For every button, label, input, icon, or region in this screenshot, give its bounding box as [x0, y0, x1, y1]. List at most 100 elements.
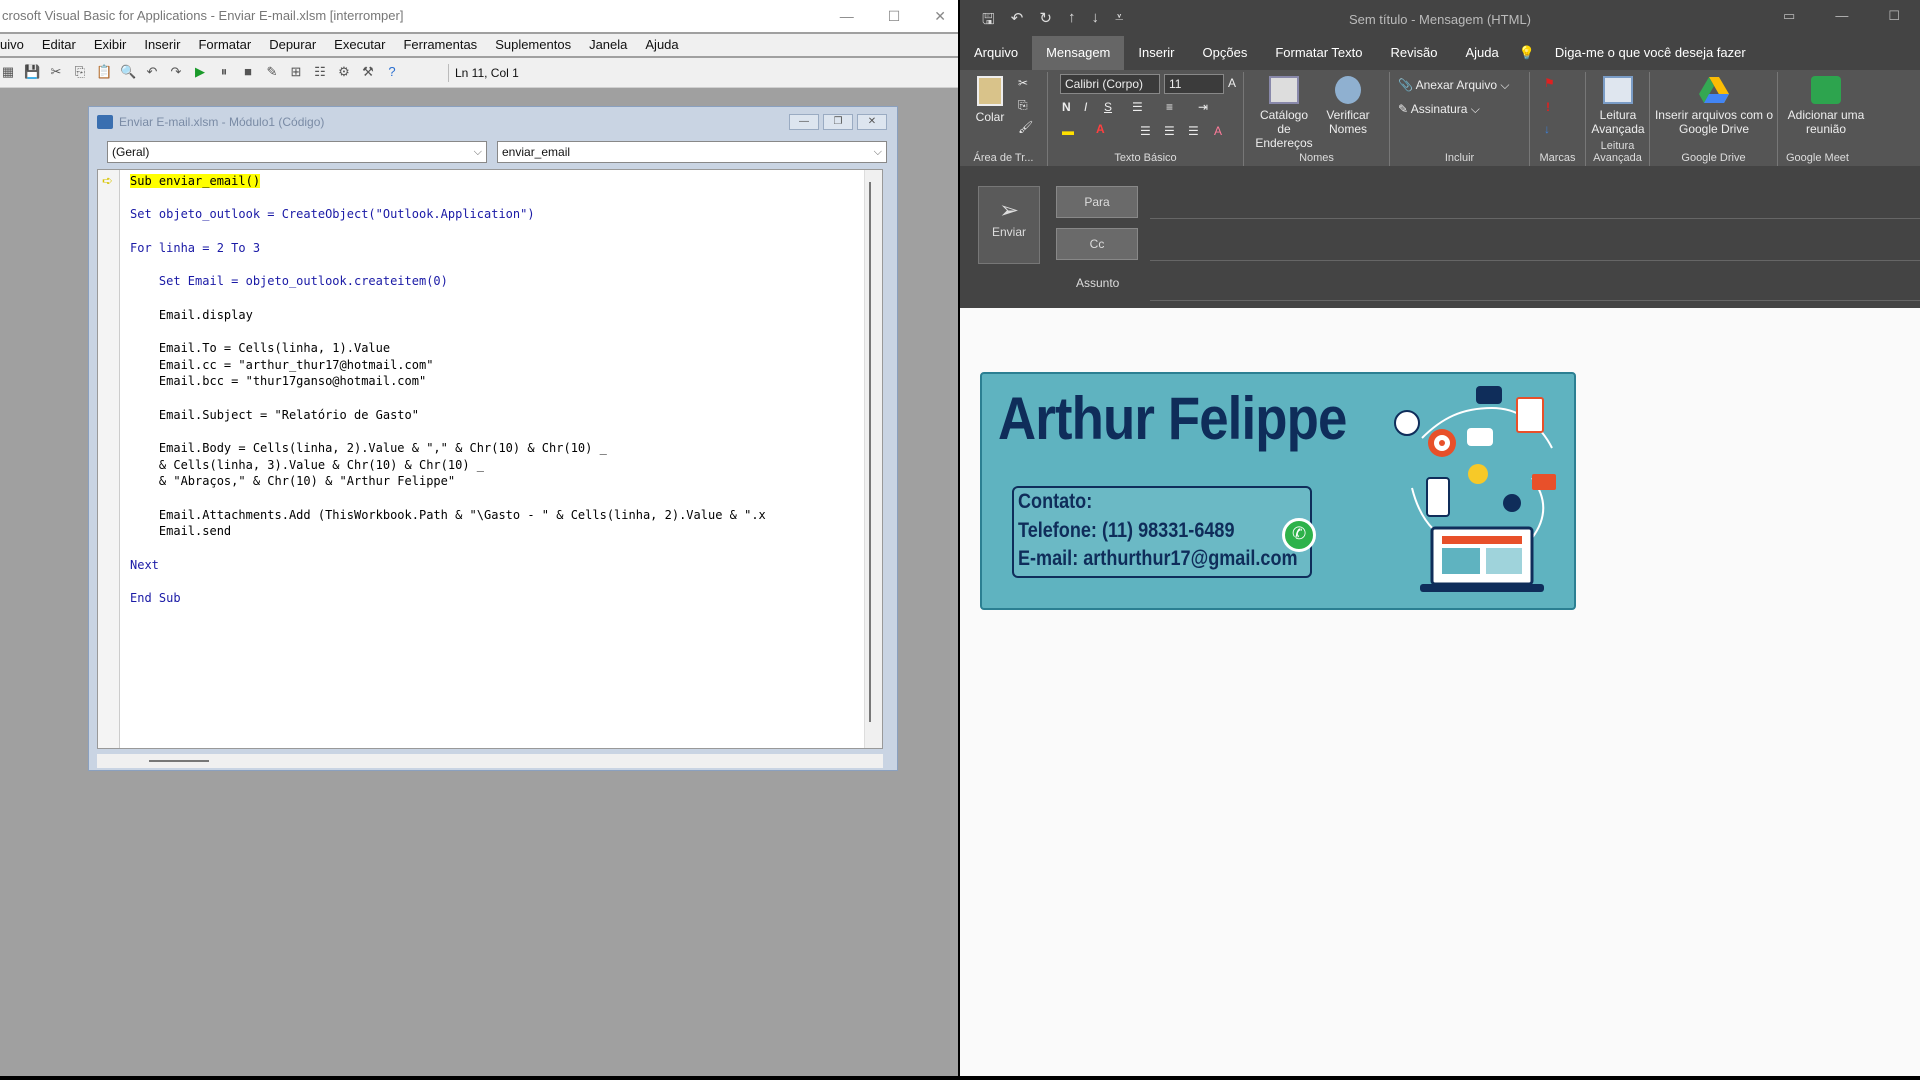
tab-arquivo[interactable]: Arquivo [960, 36, 1032, 70]
properties-icon[interactable]: ☷ [312, 64, 328, 80]
procedure-combo[interactable]: enviar_email ⌵ [497, 141, 887, 163]
indent-icon[interactable]: ⇥ [1198, 100, 1208, 114]
tab-revisao[interactable]: Revisão [1377, 36, 1452, 70]
undo-icon[interactable]: ↶ [144, 64, 160, 80]
code-line[interactable] [130, 223, 860, 240]
code-line[interactable] [130, 574, 860, 591]
signature-button[interactable]: ✎ Assinatura ⌵ [1398, 102, 1480, 117]
cc-field[interactable] [1150, 260, 1920, 261]
code-line[interactable]: Email.cc = "arthur_thur17@hotmail.com" [130, 357, 860, 374]
code-line[interactable] [130, 256, 860, 273]
redo-icon[interactable]: ↷ [168, 64, 184, 80]
menu-ferramentas[interactable]: Ferramentas [395, 34, 487, 56]
code-line[interactable] [130, 490, 860, 507]
code-line[interactable]: Email.To = Cells(linha, 1).Value [130, 340, 860, 357]
italic-icon[interactable]: I [1084, 100, 1087, 114]
cut-icon[interactable]: ✂ [1018, 76, 1028, 90]
code-line[interactable]: Sub enviar_email() [130, 173, 860, 190]
code-line[interactable]: Next [130, 557, 860, 574]
bullets-icon[interactable]: ☰ [1132, 100, 1143, 114]
copy-icon[interactable]: ⎘ [1018, 98, 1028, 113]
code-minimize-icon[interactable]: — [789, 114, 819, 130]
object-browser-icon[interactable]: ⚙ [336, 64, 352, 80]
menu-editar[interactable]: Editar [34, 34, 86, 56]
align-left-icon[interactable]: ☰ [1140, 124, 1151, 138]
minimize-icon[interactable]: — [840, 0, 854, 32]
clear-format-icon[interactable]: A [1214, 124, 1222, 138]
menu-arquivo[interactable]: uivo [0, 34, 34, 56]
attach-file-button[interactable]: 📎 Anexar Arquivo ⌵ [1398, 78, 1509, 93]
design-mode-icon[interactable]: ✎ [264, 64, 280, 80]
break-icon[interactable]: ⏸ [216, 64, 232, 80]
minimize-icon[interactable]: — [1835, 8, 1848, 24]
underline-icon[interactable]: S [1104, 100, 1112, 114]
code-line[interactable] [130, 540, 860, 557]
align-center-icon[interactable]: ☰ [1164, 124, 1175, 138]
code-editor[interactable]: ➪ Sub enviar_email() Set objeto_outlook =… [97, 169, 883, 749]
find-icon[interactable]: 🔍 [120, 64, 136, 80]
object-combo[interactable]: (Geral) ⌵ [107, 141, 487, 163]
to-button[interactable]: Para [1056, 186, 1138, 218]
code-lines[interactable]: Sub enviar_email() Set objeto_outlook = C… [130, 173, 860, 607]
vertical-scrollbar[interactable] [864, 170, 882, 748]
horizontal-scrollbar[interactable] [97, 754, 883, 768]
code-line[interactable]: & "Abraços," & Chr(10) & "Arthur Felippe… [130, 473, 860, 490]
tab-formatar-texto[interactable]: Formatar Texto [1261, 36, 1376, 70]
toolbox-icon[interactable]: ⚒ [360, 64, 376, 80]
follow-up-flag-icon[interactable]: ⚑ [1544, 76, 1555, 90]
tab-inserir[interactable]: Inserir [1124, 36, 1188, 70]
menu-suplementos[interactable]: Suplementos [487, 34, 581, 56]
code-close-icon[interactable]: ✕ [857, 114, 887, 130]
highlight-icon[interactable]: ▬ [1062, 124, 1074, 138]
reset-icon[interactable]: ■ [240, 64, 256, 80]
tell-me-search[interactable]: Diga-me o que você deseja fazer [1549, 36, 1760, 70]
code-line[interactable]: For linha = 2 To 3 [130, 240, 860, 257]
add-meeting-button[interactable]: Adicionar uma reunião [1786, 76, 1866, 136]
menu-janela[interactable]: Janela [581, 34, 637, 56]
code-gutter[interactable]: ➪ [98, 170, 120, 748]
font-name-select[interactable]: Calibri (Corpo) [1060, 74, 1160, 94]
address-book-button[interactable]: Catálogo de Endereços [1252, 76, 1316, 150]
code-line[interactable]: & Cells(linha, 3).Value & Chr(10) & Chr(… [130, 457, 860, 474]
code-line[interactable]: Email.display [130, 307, 860, 324]
save-icon[interactable]: 💾 [24, 64, 40, 80]
send-button[interactable]: ➢ Enviar [978, 186, 1040, 264]
paste-icon[interactable]: 📋 [96, 64, 112, 80]
help-icon[interactable]: ? [384, 64, 400, 80]
menu-formatar[interactable]: Formatar [190, 34, 261, 56]
grow-font-icon[interactable]: A [1228, 76, 1236, 90]
insert-drive-button[interactable]: Inserir arquivos com o Google Drive [1654, 76, 1774, 136]
close-icon[interactable]: ✕ [934, 0, 946, 32]
code-line[interactable] [130, 290, 860, 307]
code-line[interactable] [130, 423, 860, 440]
align-right-icon[interactable]: ☰ [1188, 124, 1199, 138]
menu-ajuda[interactable]: Ajuda [637, 34, 688, 56]
menu-exibir[interactable]: Exibir [86, 34, 137, 56]
excel-view-icon[interactable]: ▦ [0, 64, 16, 80]
code-line[interactable]: Email.Attachments.Add (ThisWorkbook.Path… [130, 507, 860, 524]
code-line[interactable]: Email.Body = Cells(linha, 2).Value & ","… [130, 440, 860, 457]
cc-button[interactable]: Cc [1056, 228, 1138, 260]
code-restore-icon[interactable]: ❐ [823, 114, 853, 130]
copy-icon[interactable]: ⎘ [72, 64, 88, 80]
menu-executar[interactable]: Executar [326, 34, 395, 56]
code-line[interactable]: End Sub [130, 590, 860, 607]
tab-ajuda[interactable]: Ajuda [1451, 36, 1512, 70]
code-line[interactable]: Set Email = objeto_outlook.createitem(0) [130, 273, 860, 290]
ribbon-display-icon[interactable]: ▭ [1783, 8, 1795, 24]
tab-mensagem[interactable]: Mensagem [1032, 36, 1125, 70]
font-color-icon[interactable]: A [1096, 122, 1105, 136]
font-size-select[interactable]: 11 [1164, 74, 1224, 94]
subject-field[interactable] [1150, 300, 1920, 301]
check-names-button[interactable]: Verificar Nomes [1320, 76, 1376, 136]
paste-button[interactable]: Colar [968, 76, 1012, 124]
bold-icon[interactable]: N [1062, 100, 1071, 114]
code-line[interactable] [130, 323, 860, 340]
tab-opcoes[interactable]: Opções [1189, 36, 1262, 70]
low-importance-icon[interactable]: ↓ [1544, 122, 1550, 136]
code-line[interactable]: Email.Subject = "Relatório de Gasto" [130, 407, 860, 424]
maximize-icon[interactable]: ☐ [888, 0, 901, 32]
code-line[interactable]: Email.send [130, 523, 860, 540]
project-explorer-icon[interactable]: ⊞ [288, 64, 304, 80]
code-line[interactable] [130, 390, 860, 407]
